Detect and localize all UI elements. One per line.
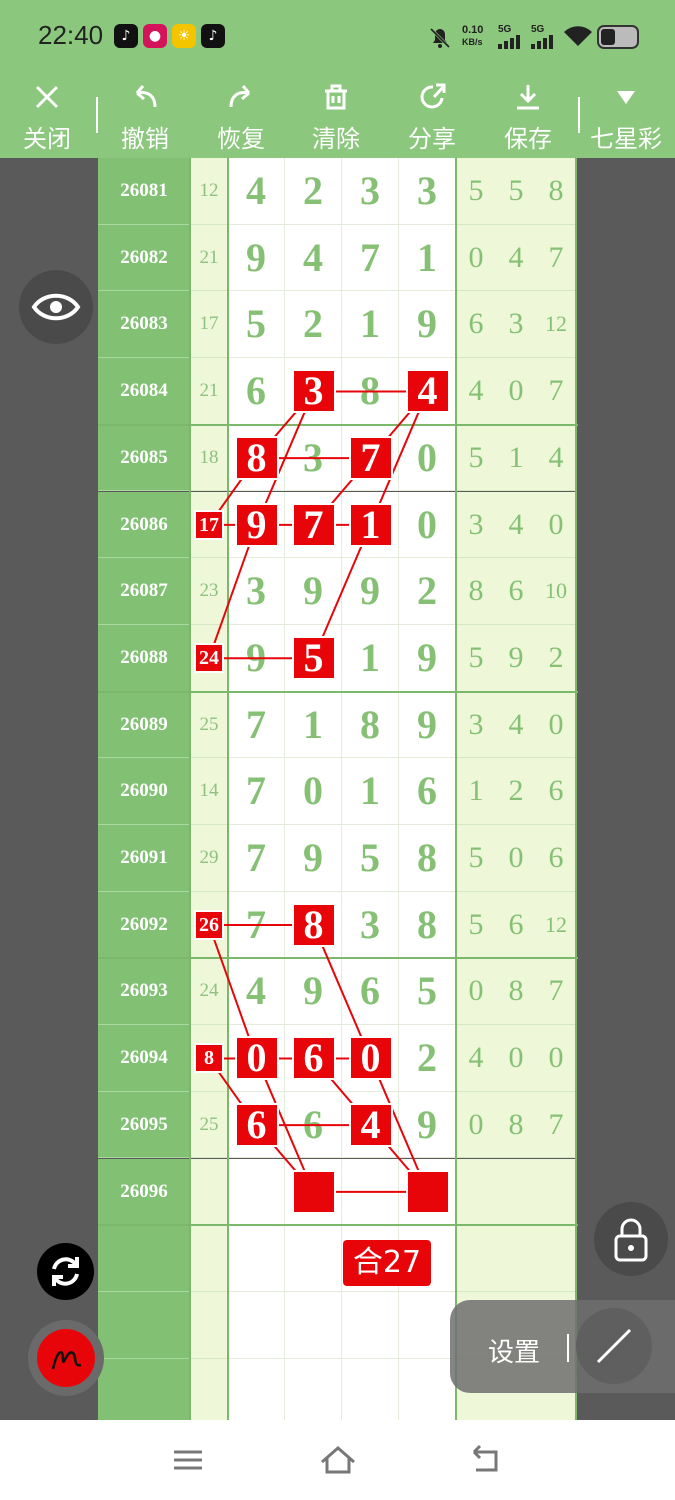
back-icon[interactable] (466, 1442, 506, 1482)
redo-label: 恢复 (217, 125, 265, 153)
status-bar: 22:40 ♪ ● ☀ ♪ 0.10 KB/s 5G 5G (0, 0, 675, 75)
wifi-icon (563, 24, 593, 52)
home-icon[interactable] (316, 1442, 360, 1482)
highlight-mark: 1 (348, 502, 393, 547)
signal-2-icon: 5G (531, 24, 553, 49)
share-icon (420, 83, 446, 109)
settings-label: 设置 (488, 1338, 541, 1368)
visibility-toggle-button[interactable] (19, 270, 93, 344)
share-button[interactable]: 分享 (387, 75, 477, 158)
rotate-button[interactable] (37, 1243, 94, 1300)
sim2-label: 5G (531, 24, 545, 35)
highlight-mark: 9 (234, 502, 279, 547)
sum-highlight-mark: 8 (194, 1043, 224, 1074)
close-icon (35, 85, 59, 109)
eye-icon (31, 293, 81, 321)
net-rate-value: 0.10 (462, 24, 484, 36)
clear-button[interactable]: 清除 (291, 75, 381, 158)
settings-panel[interactable]: 设置 (450, 1300, 675, 1393)
download-icon (517, 85, 539, 110)
undo-label: 撤销 (121, 125, 169, 153)
highlight-mark: 6 (234, 1103, 279, 1148)
highlight-mark: 0 (348, 1036, 393, 1081)
share-label: 分享 (408, 125, 456, 153)
line-tool-button[interactable] (576, 1308, 652, 1384)
highlight-mark: 8 (291, 903, 336, 948)
lock-icon (614, 1218, 648, 1262)
line-tool-icon (596, 1328, 632, 1364)
redo-icon (229, 85, 251, 108)
highlight-mark: 6 (291, 1036, 336, 1081)
sum-highlight-mark: 24 (194, 643, 224, 674)
lottery-type-dropdown[interactable]: 七星彩 (581, 75, 671, 158)
app-icon-2: ☀ (172, 24, 196, 48)
sum-highlight-mark: 17 (194, 509, 224, 540)
nav-bar (0, 1420, 675, 1500)
pen-swatch (37, 1329, 95, 1387)
menu-icon[interactable] (168, 1444, 208, 1480)
toolbar-divider-2 (578, 97, 580, 133)
sum-highlight-mark: 26 (194, 910, 224, 941)
redo-button[interactable]: 恢复 (196, 75, 286, 158)
close-label: 关闭 (23, 125, 71, 153)
tiktok-icon-2: ♪ (201, 24, 225, 48)
toolbar-divider (96, 97, 98, 133)
trend-chart[interactable]: 26081 12 4 2 3 3 5 5 8 26082 21 9 4 7 1 0 4 7 26083 17 5 2 1 9 6… (98, 158, 578, 1420)
app-icon: ● (143, 24, 167, 48)
scribble-icon (51, 1350, 82, 1370)
chevron-down-icon (617, 91, 635, 104)
clock: 22:40 (38, 20, 104, 50)
close-button[interactable]: 关闭 (2, 75, 92, 158)
sync-icon (52, 1257, 79, 1286)
toolbar: 关闭 撤销 恢复 清除 分享 保存 七星彩 (0, 75, 675, 158)
clear-label: 清除 (312, 125, 360, 153)
lock-button[interactable] (594, 1202, 668, 1276)
highlight-mark: 0 (234, 1036, 279, 1081)
highlight-mark (405, 1169, 450, 1214)
save-label: 保存 (504, 125, 552, 153)
net-rate-unit: KB/s (462, 37, 483, 47)
net-rate: 0.10 KB/s (462, 24, 483, 48)
trash-icon (325, 84, 347, 110)
settings-divider (567, 1334, 569, 1362)
mute-bell-icon (428, 26, 452, 50)
battery-icon (597, 25, 639, 49)
tiktok-icon: ♪ (114, 24, 138, 48)
highlight-mark: 4 (405, 369, 450, 414)
undo-button[interactable]: 撤销 (100, 75, 190, 158)
highlight-mark: 8 (234, 436, 279, 481)
trend-lines (208, 390, 429, 1193)
signal-1-icon: 5G (498, 24, 520, 49)
highlight-mark: 7 (348, 436, 393, 481)
undo-icon (135, 85, 157, 108)
highlight-mark (291, 1169, 336, 1214)
sum-label: 合27 (343, 1240, 431, 1286)
highlight-mark: 7 (291, 502, 336, 547)
highlight-mark: 4 (348, 1103, 393, 1148)
lottery-type-label: 七星彩 (590, 125, 662, 153)
highlight-mark: 3 (291, 369, 336, 414)
highlight-mark: 5 (291, 636, 336, 681)
sim1-label: 5G (498, 24, 512, 35)
save-button[interactable]: 保存 (483, 75, 573, 158)
pen-color-button[interactable] (28, 1320, 104, 1396)
